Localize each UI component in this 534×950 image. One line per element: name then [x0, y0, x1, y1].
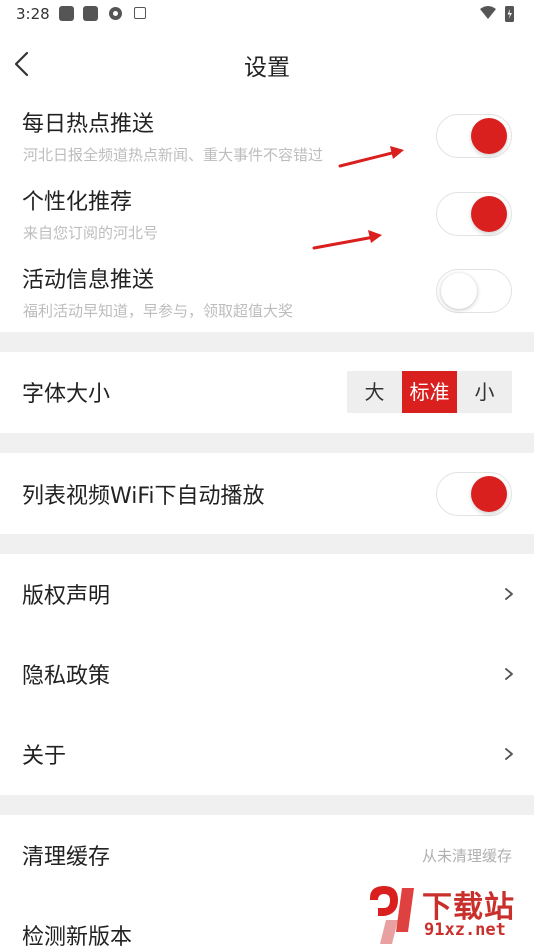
- setting-video-autoplay: 列表视频WiFi下自动播放: [0, 453, 534, 534]
- section-divider: [0, 332, 534, 352]
- font-size-large[interactable]: 大: [347, 371, 402, 413]
- chevron-right-icon: [505, 748, 513, 760]
- video-autoplay-toggle[interactable]: [436, 472, 512, 516]
- section-divider: [0, 795, 534, 815]
- annotation-arrow-icon: [338, 146, 404, 168]
- daily-hot-toggle[interactable]: [436, 114, 512, 158]
- setting-title: 字体大小: [22, 382, 111, 407]
- section-divider: [0, 534, 534, 554]
- setting-title: 版权声明: [22, 584, 111, 609]
- section-divider: [0, 433, 534, 453]
- font-size-standard[interactable]: 标准: [402, 371, 457, 413]
- setting-title: 关于: [22, 744, 67, 769]
- setting-title: 每日热点推送: [22, 112, 155, 137]
- wifi-icon: [480, 6, 496, 19]
- chevron-right-icon: [505, 668, 513, 680]
- annotation-arrow-icon: [312, 230, 382, 250]
- personalized-toggle[interactable]: [436, 192, 512, 236]
- sync-icon: [108, 6, 123, 21]
- watermark-url: 91xz.net: [424, 920, 506, 940]
- setting-title: 隐私政策: [22, 664, 111, 689]
- setting-daily-hot: 每日热点推送 河北日报全频道热点新闻、重大事件不容错过: [0, 100, 534, 178]
- setting-subtitle: 河北日报全频道热点新闻、重大事件不容错过: [23, 146, 324, 164]
- chevron-right-icon: [505, 588, 513, 600]
- setting-activity: 活动信息推送 福利活动早知道，早参与，领取超值大奖: [0, 256, 534, 332]
- toggle-knob: [441, 273, 477, 309]
- toggle-knob: [471, 476, 507, 512]
- notification-icon: [59, 6, 74, 21]
- page-title: 设置: [244, 55, 290, 81]
- setting-title: 列表视频WiFi下自动播放: [22, 484, 265, 509]
- setting-title: 个性化推荐: [22, 190, 133, 215]
- header: 设置: [0, 36, 534, 92]
- status-right: [478, 5, 518, 23]
- setting-subtitle: 来自您订阅的河北号: [23, 224, 159, 242]
- setting-font-size: 字体大小 大 标准 小: [0, 352, 534, 432]
- status-bar: 3:28: [0, 0, 534, 28]
- setting-subtitle: 福利活动早知道，早参与，领取超值大奖: [23, 302, 294, 320]
- setting-title: 清理缓存: [22, 845, 111, 870]
- setting-title: 检测新版本: [22, 925, 133, 950]
- cache-status: 从未清理缓存: [421, 847, 512, 865]
- setting-copyright[interactable]: 版权声明: [0, 554, 534, 634]
- setting-privacy[interactable]: 隐私政策: [0, 634, 534, 714]
- watermark: 下载站 91xz.net: [364, 880, 534, 950]
- watermark-logo-icon: [370, 886, 414, 944]
- toggle-knob: [471, 196, 507, 232]
- setting-about[interactable]: 关于: [0, 714, 534, 795]
- font-size-selector: 大 标准 小: [347, 371, 512, 413]
- status-time: 3:28: [16, 5, 50, 23]
- setting-title: 活动信息推送: [22, 268, 155, 293]
- toggle-knob: [471, 118, 507, 154]
- setting-personalized: 个性化推荐 来自您订阅的河北号: [0, 178, 534, 256]
- font-size-small[interactable]: 小: [457, 371, 512, 413]
- notification-icon: [83, 6, 98, 21]
- font-icon: [134, 7, 146, 19]
- activity-toggle[interactable]: [436, 269, 512, 313]
